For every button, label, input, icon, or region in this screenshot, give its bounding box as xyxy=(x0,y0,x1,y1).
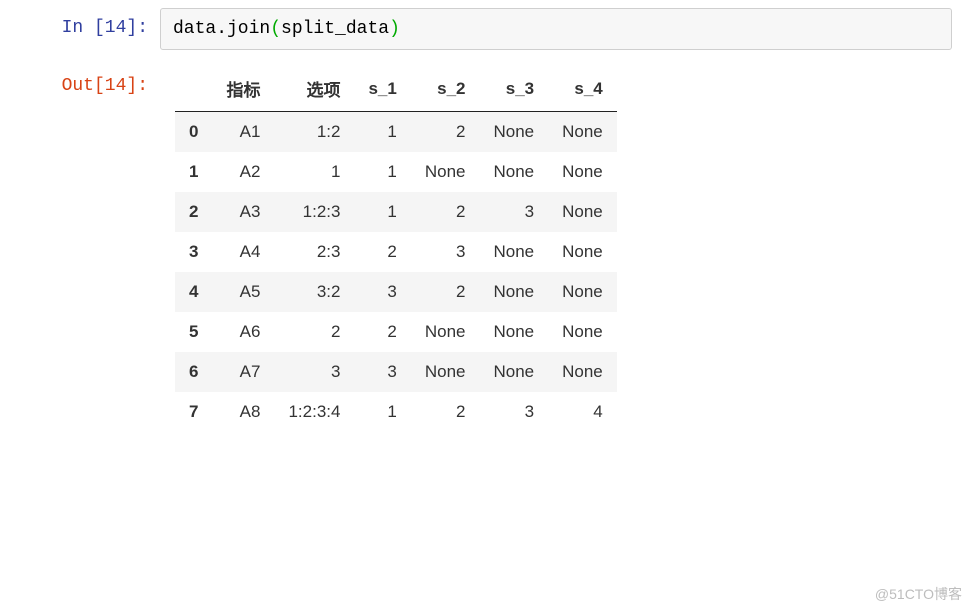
table-col-header: s_4 xyxy=(548,66,617,112)
watermark: @51CTO博客 xyxy=(875,584,962,604)
table-col-header: s_1 xyxy=(354,66,410,112)
table-cell: 3 xyxy=(479,192,548,232)
table-cell: 2 xyxy=(411,392,480,432)
table-cell: 3 xyxy=(479,392,548,432)
table-cell: None xyxy=(411,152,480,192)
table-cell: 3 xyxy=(354,272,410,312)
table-cell: 3:2 xyxy=(274,272,354,312)
table-row-index: 5 xyxy=(175,312,212,352)
table-cell: A5 xyxy=(212,272,274,312)
table-cell: 1:2:3 xyxy=(274,192,354,232)
table-cell: A1 xyxy=(212,112,274,153)
table-cell: 3 xyxy=(411,232,480,272)
table-cell: None xyxy=(479,112,548,153)
table-cell: 2 xyxy=(354,232,410,272)
table-row: 0 A1 1:2 1 2 None None xyxy=(175,112,617,153)
table-cell: None xyxy=(479,312,548,352)
table-row: 7 A8 1:2:3:4 1 2 3 4 xyxy=(175,392,617,432)
table-cell: A4 xyxy=(212,232,274,272)
table-cell: A7 xyxy=(212,352,274,392)
code-token-paren-open: ( xyxy=(270,19,281,39)
table-cell: 2 xyxy=(411,192,480,232)
table-row: 4 A5 3:2 3 2 None None xyxy=(175,272,617,312)
table-body: 0 A1 1:2 1 2 None None 1 A2 1 1 None Non… xyxy=(175,112,617,433)
table-col-header: 选项 xyxy=(274,66,354,112)
output-prompt: Out[14]: xyxy=(0,66,160,96)
table-row: 1 A2 1 1 None None None xyxy=(175,152,617,192)
table-col-header: s_3 xyxy=(479,66,548,112)
table-row-index: 4 xyxy=(175,272,212,312)
code-input-area[interactable]: data.join(split_data) xyxy=(160,8,952,50)
table-col-header: s_2 xyxy=(411,66,480,112)
table-row: 2 A3 1:2:3 1 2 3 None xyxy=(175,192,617,232)
table-cell: A3 xyxy=(212,192,274,232)
table-cell: None xyxy=(548,312,617,352)
table-row-index: 7 xyxy=(175,392,212,432)
table-cell: 1 xyxy=(274,152,354,192)
table-row-index: 6 xyxy=(175,352,212,392)
table-head: 指标 选项 s_1 s_2 s_3 s_4 xyxy=(175,66,617,112)
table-row-index: 0 xyxy=(175,112,212,153)
table-cell: 4 xyxy=(548,392,617,432)
table-cell: None xyxy=(479,352,548,392)
table-cell: None xyxy=(548,112,617,153)
output-cell-row: Out[14]: 指标 选项 s_1 s_2 s_3 s_4 0 A1 1:2 xyxy=(0,58,972,440)
table-cell: None xyxy=(548,152,617,192)
table-cell: None xyxy=(479,272,548,312)
table-cell: 3 xyxy=(274,352,354,392)
table-cell: 2:3 xyxy=(274,232,354,272)
code-token-call: data.join xyxy=(173,19,270,39)
table-cell: A8 xyxy=(212,392,274,432)
table-cell: 2 xyxy=(411,272,480,312)
table-cell: None xyxy=(548,232,617,272)
input-cell-row: In [14]: data.join(split_data) xyxy=(0,0,972,58)
table-cell: 1 xyxy=(354,112,410,153)
table-cell: 2 xyxy=(354,312,410,352)
table-row: 5 A6 2 2 None None None xyxy=(175,312,617,352)
table-col-header: 指标 xyxy=(212,66,274,112)
table-row: 6 A7 3 3 None None None xyxy=(175,352,617,392)
table-cell: None xyxy=(411,312,480,352)
table-cell: None xyxy=(548,352,617,392)
table-cell: 2 xyxy=(411,112,480,153)
table-cell: A6 xyxy=(212,312,274,352)
table-cell: None xyxy=(479,232,548,272)
table-cell: None xyxy=(411,352,480,392)
code-token-arg: split_data xyxy=(281,19,389,39)
table-header-row: 指标 选项 s_1 s_2 s_3 s_4 xyxy=(175,66,617,112)
table-cell: 1:2 xyxy=(274,112,354,153)
dataframe-table: 指标 选项 s_1 s_2 s_3 s_4 0 A1 1:2 1 2 None … xyxy=(175,66,617,432)
table-cell: A2 xyxy=(212,152,274,192)
table-cell: None xyxy=(548,272,617,312)
table-cell: 1 xyxy=(354,392,410,432)
table-row-index: 3 xyxy=(175,232,212,272)
table-row-index: 1 xyxy=(175,152,212,192)
table-cell: 1:2:3:4 xyxy=(274,392,354,432)
table-corner-cell xyxy=(175,66,212,112)
table-cell: 1 xyxy=(354,192,410,232)
table-cell: None xyxy=(548,192,617,232)
table-cell: 3 xyxy=(354,352,410,392)
table-row-index: 2 xyxy=(175,192,212,232)
table-cell: 2 xyxy=(274,312,354,352)
code-token-paren-close: ) xyxy=(389,19,400,39)
output-area: 指标 选项 s_1 s_2 s_3 s_4 0 A1 1:2 1 2 None … xyxy=(160,66,972,432)
input-prompt: In [14]: xyxy=(0,8,160,38)
table-cell: None xyxy=(479,152,548,192)
table-row: 3 A4 2:3 2 3 None None xyxy=(175,232,617,272)
table-cell: 1 xyxy=(354,152,410,192)
